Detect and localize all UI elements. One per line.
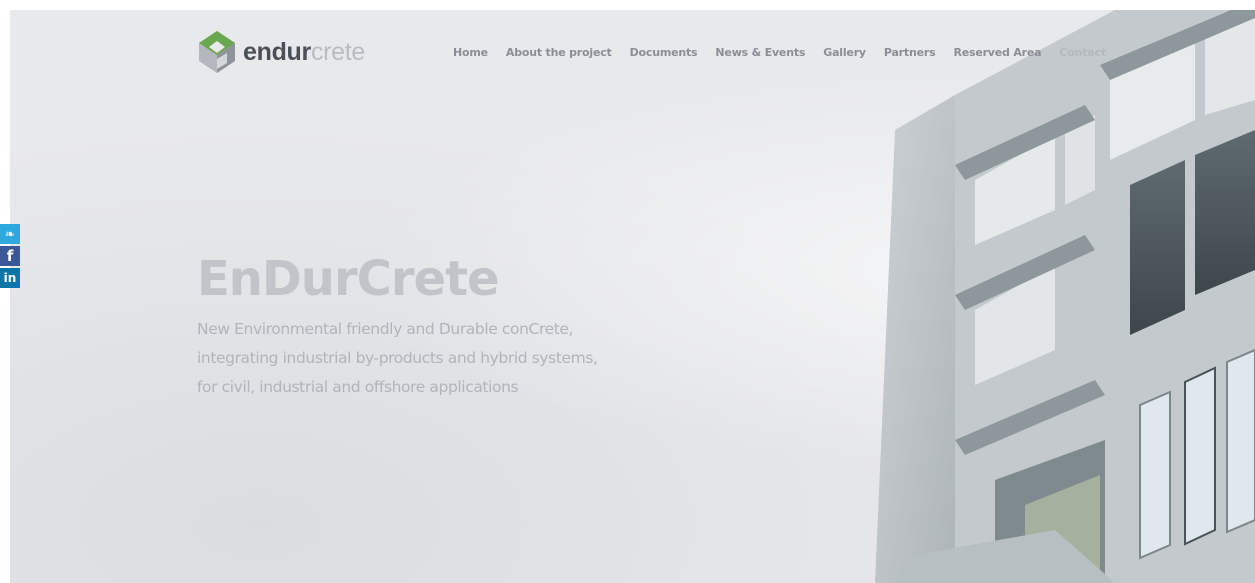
nav-documents[interactable]: Documents [630, 46, 698, 59]
linkedin-icon[interactable]: in [0, 268, 20, 288]
nav-news-events[interactable]: News & Events [715, 46, 805, 59]
twitter-icon[interactable]: ❧ [0, 224, 20, 244]
nav-reserved-area[interactable]: Reserved Area [953, 46, 1041, 59]
facebook-icon[interactable]: f [0, 246, 20, 266]
hero-title: EnDurCrete [197, 251, 500, 307]
logo-part-endur: endur [243, 37, 311, 66]
social-share-bar: ❧ f in [0, 224, 20, 288]
concrete-cube-logo [199, 31, 235, 73]
nav-gallery[interactable]: Gallery [823, 46, 866, 59]
building-photo [875, 10, 1255, 583]
hero-line-2: integrating industrial by-products and h… [197, 349, 598, 367]
main-nav: Home About the project Documents News & … [453, 46, 1106, 59]
site-logo[interactable]: endurcrete [197, 27, 365, 77]
logo-wordmark: endurcrete [243, 37, 366, 66]
nav-partners[interactable]: Partners [884, 46, 936, 59]
hero-subtitle: New Environmental friendly and Durable c… [197, 315, 637, 402]
hero-line-3: for civil, industrial and offshore appli… [197, 378, 519, 396]
nav-contact[interactable]: Contact [1059, 46, 1106, 59]
hero-line-1: New Environmental friendly and Durable c… [197, 320, 574, 338]
logo-part-crete: crete [310, 37, 366, 66]
nav-home[interactable]: Home [453, 46, 488, 59]
hero-section: endurcrete Home About the project Docume… [10, 10, 1255, 583]
nav-about[interactable]: About the project [506, 46, 612, 59]
